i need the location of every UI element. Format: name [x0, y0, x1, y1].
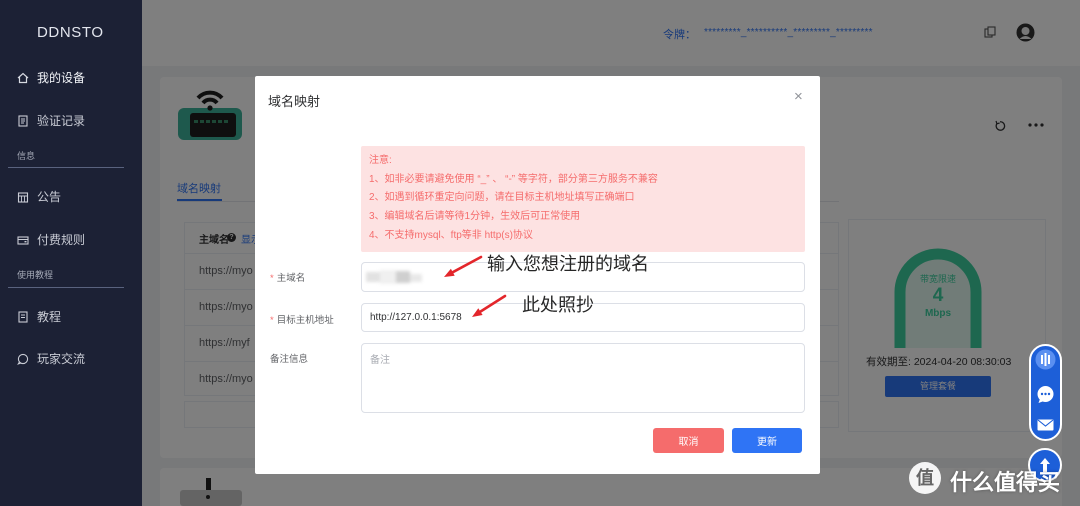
- sidebar-item-verify-records[interactable]: 验证记录: [0, 109, 142, 133]
- notice-line: 4、不支持mysql、ftp等非 http(s)协议: [369, 229, 533, 241]
- watermark-logo: 值: [909, 462, 941, 494]
- sidebar-item-my-devices[interactable]: 我的设备: [0, 66, 142, 90]
- book-icon: [17, 311, 29, 323]
- chat-bubble-icon[interactable]: [1036, 385, 1055, 404]
- sidebar-item-label: 公告: [37, 190, 62, 204]
- sidebar-item-label: 验证记录: [37, 114, 86, 128]
- sidebar-item-pricing-rules[interactable]: 付费规则: [0, 228, 142, 252]
- sidebar-section-info: 信息: [17, 151, 36, 161]
- required-mark: *: [270, 273, 274, 284]
- target-field-label: * 目标主机地址: [270, 312, 334, 326]
- close-icon[interactable]: ×: [794, 88, 803, 105]
- notice-title: 注意:: [369, 155, 392, 166]
- sidebar: DDNSTO 我的设备 验证记录 信息 公告 付费规则 使用教程 教程 玩家交流: [0, 0, 142, 506]
- home-icon: [17, 72, 29, 84]
- sidebar-item-announcements[interactable]: 公告: [0, 185, 142, 209]
- document-icon: [17, 115, 29, 127]
- floating-toolbar: [1029, 344, 1062, 441]
- chat-icon: [17, 353, 29, 365]
- remark-field-label: 备注信息: [270, 354, 309, 365]
- sidebar-section-tutorials: 使用教程: [17, 270, 54, 280]
- app-logo: DDNSTO: [37, 24, 104, 41]
- sidebar-item-tutorial[interactable]: 教程: [0, 305, 142, 329]
- sidebar-item-label: 我的设备: [37, 71, 86, 85]
- annotation-domain-hint: 输入您想注册的域名: [487, 254, 649, 274]
- cancel-button[interactable]: 取消: [653, 428, 724, 453]
- required-mark: *: [270, 315, 274, 326]
- notice-line: 3、编辑域名后请等待1分钟，生效后可正常使用: [369, 211, 581, 223]
- domain-field-label: * 主域名: [270, 270, 305, 284]
- watermark-text: 什么值得买: [950, 470, 1061, 495]
- redacted-value-blur: [366, 270, 422, 284]
- notice-line: 2、如遇到循环重定向问题，请在目标主机地址填写正确端口: [369, 192, 635, 204]
- dialog-title: 域名映射: [268, 94, 321, 109]
- notice-line: 1、如非必要请避免使用 “_” 、 “-” 等字符，部分第三方服务不兼容: [369, 173, 658, 185]
- target-label-text: 目标主机地址: [276, 315, 334, 326]
- mail-icon[interactable]: [1037, 419, 1054, 431]
- remark-textarea[interactable]: [361, 343, 805, 413]
- sidebar-divider: [8, 287, 124, 288]
- annotation-target-hint: 此处照抄: [522, 295, 594, 315]
- sidebar-divider: [8, 167, 124, 168]
- calendar-icon: [17, 191, 29, 203]
- sidebar-item-label: 付费规则: [37, 233, 86, 247]
- wallet-icon: [17, 234, 29, 246]
- update-button[interactable]: 更新: [732, 428, 802, 453]
- domain-label-text: 主域名: [276, 273, 306, 284]
- voice-icon[interactable]: [1035, 349, 1056, 370]
- sidebar-item-community[interactable]: 玩家交流: [0, 347, 142, 371]
- sidebar-item-label: 教程: [37, 310, 62, 324]
- notice-alert: 注意: 1、如非必要请避免使用 “_” 、 “-” 等字符，部分第三方服务不兼容…: [361, 146, 805, 252]
- sidebar-item-label: 玩家交流: [37, 352, 86, 366]
